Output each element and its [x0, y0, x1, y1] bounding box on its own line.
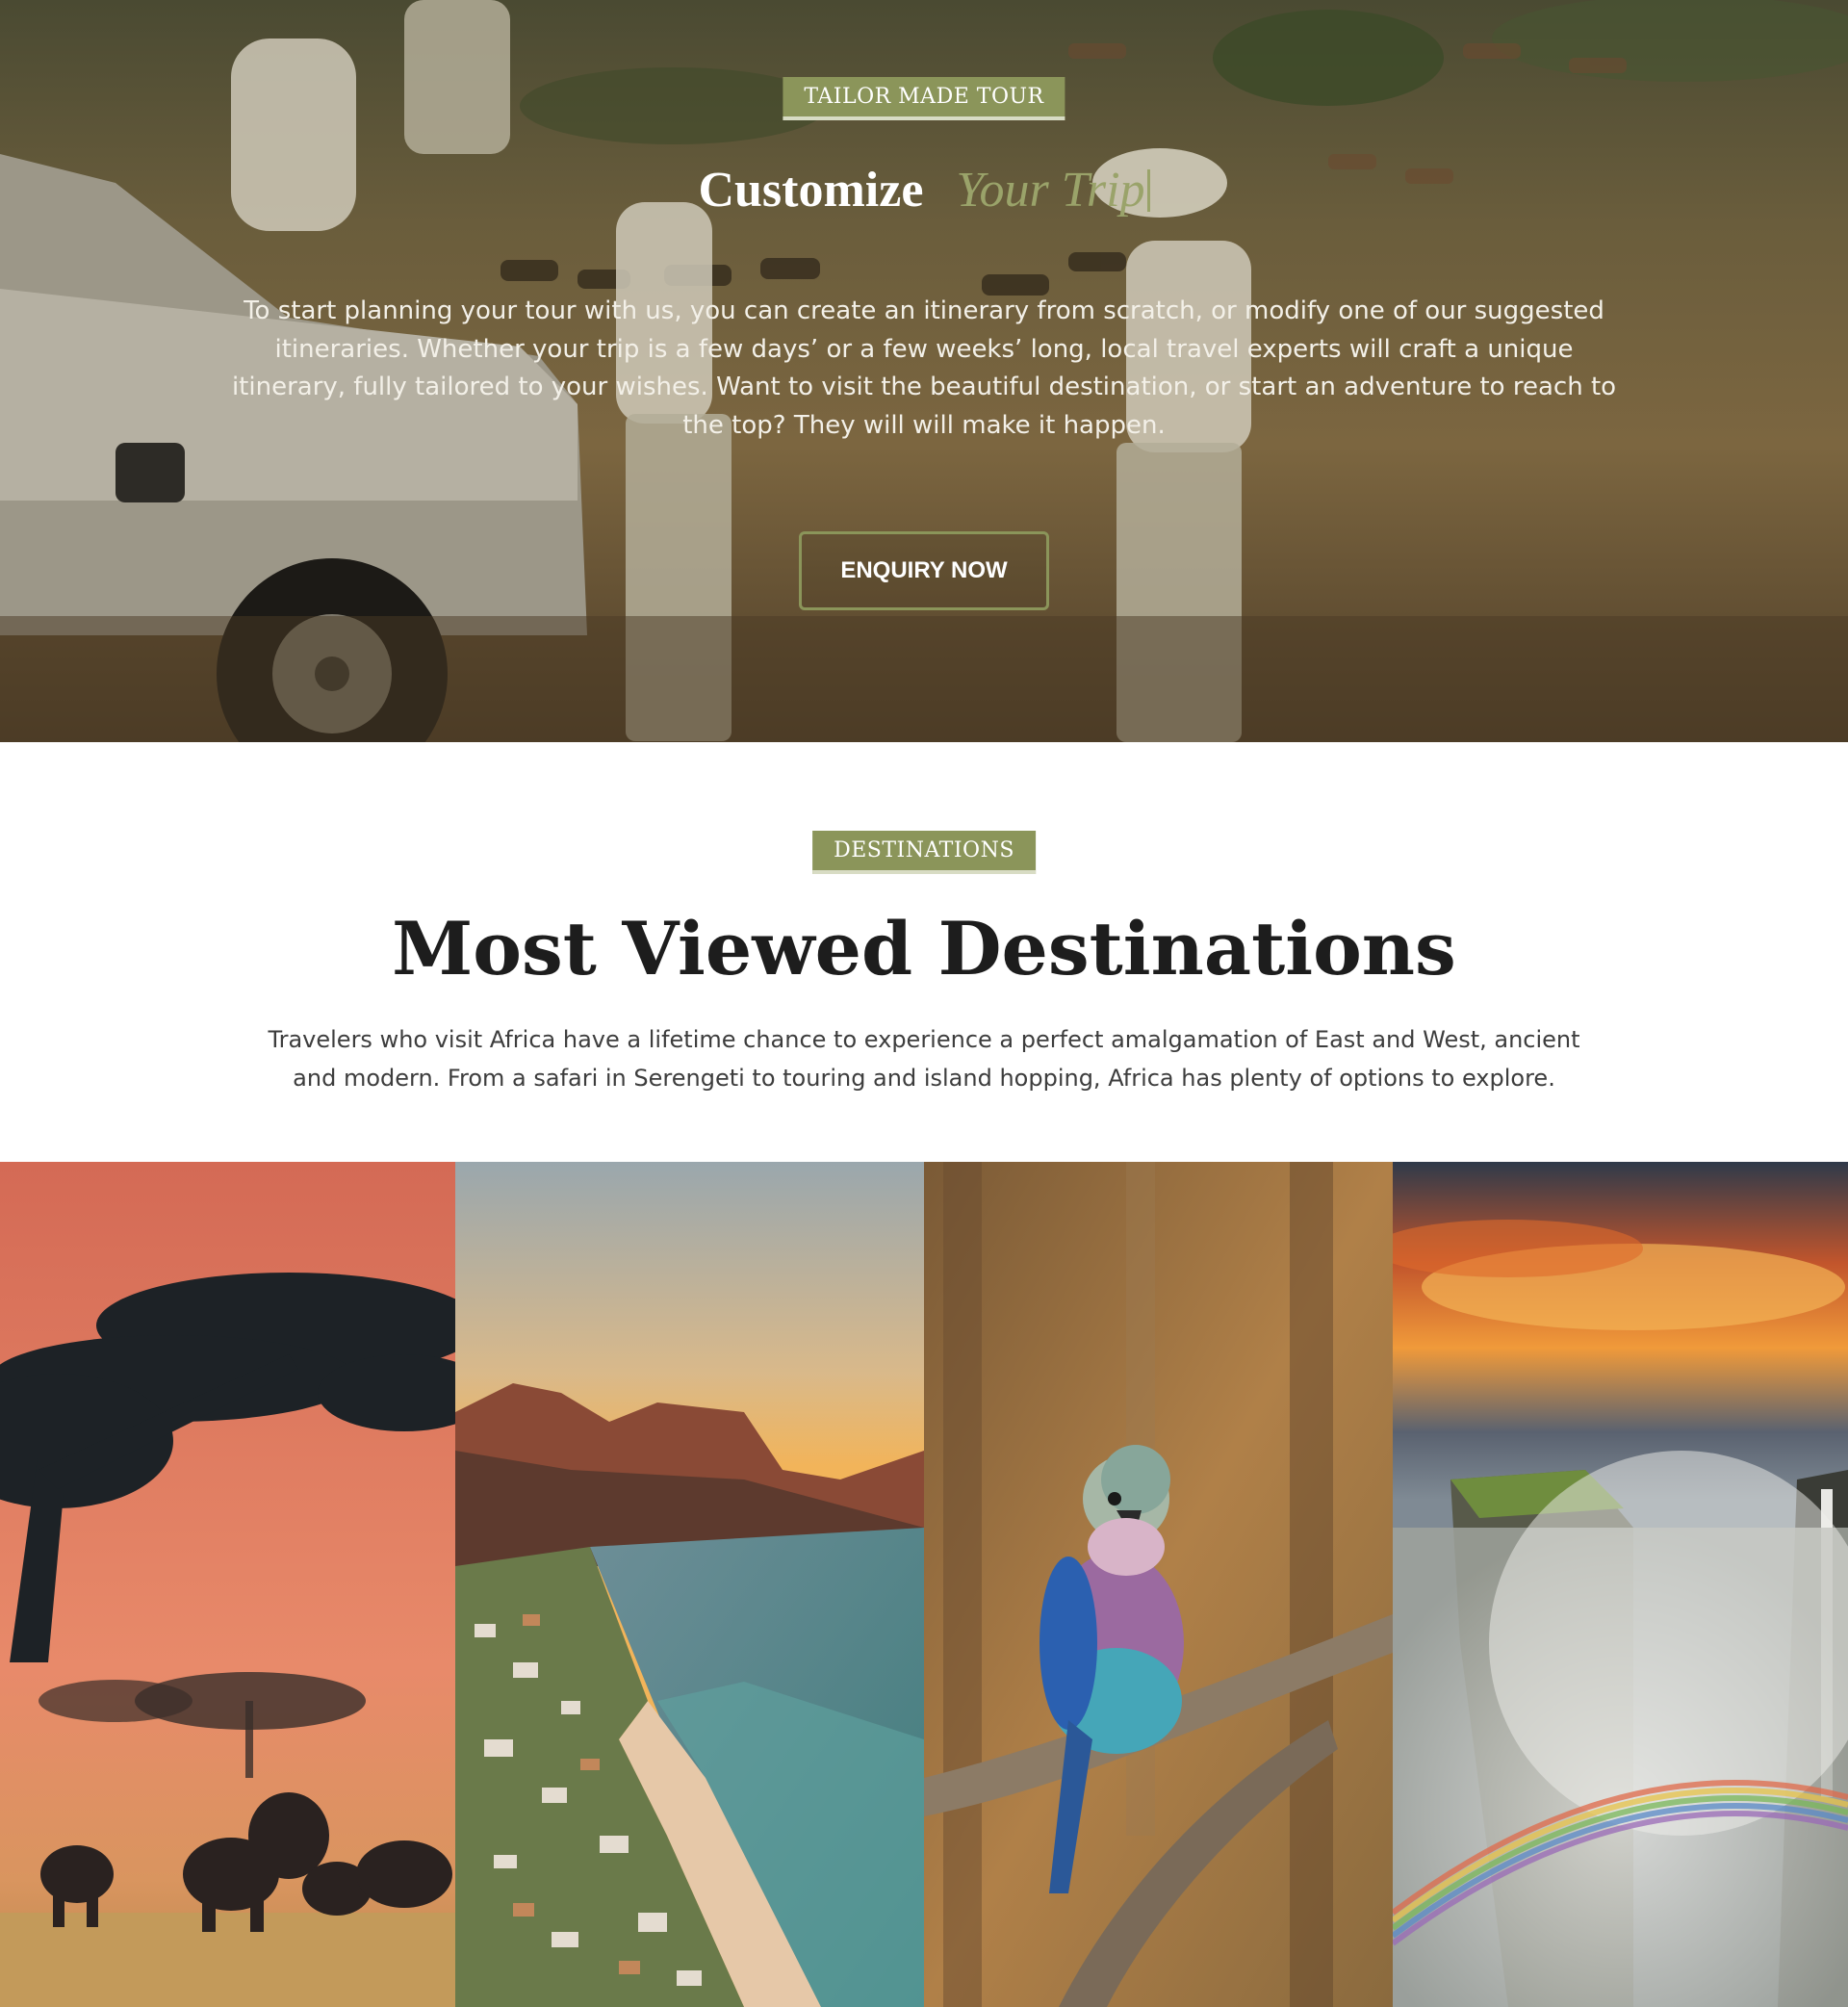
enquiry-now-button[interactable]: ENQUIRY NOW — [799, 531, 1049, 610]
destination-card-savanna[interactable] — [0, 1162, 455, 2007]
hero-title-accent: Your Trip — [956, 163, 1145, 218]
waterfall-rainbow-image — [1393, 1162, 1848, 2007]
destinations-title: Most Viewed Destinations — [392, 906, 1456, 991]
coastal-town-image — [455, 1162, 924, 2007]
hero-title: Customize Your Trip — [0, 162, 1848, 219]
typing-caret — [1146, 169, 1150, 212]
savanna-sunset-image — [0, 1162, 455, 2007]
destination-card-wildlife[interactable] — [924, 1162, 1393, 2007]
hero-section: TAILOR MADE TOUR Customize Your Trip To s… — [0, 0, 1848, 742]
destination-card-waterfall[interactable] — [1393, 1162, 1848, 2007]
hero-tag: TAILOR MADE TOUR — [783, 77, 1065, 120]
destinations-tag: DESTINATIONS — [812, 831, 1036, 874]
hero-title-main: Customize — [698, 163, 924, 218]
destination-card-coast[interactable] — [455, 1162, 924, 2007]
destinations-description: Travelers who visit Africa have a lifeti… — [268, 1026, 1580, 1092]
hero-description: To start planning your tour with us, you… — [231, 296, 1617, 440]
hero-content: TAILOR MADE TOUR Customize Your Trip To s… — [0, 0, 1848, 742]
destinations-gallery — [0, 1162, 1848, 2007]
destinations-section: DESTINATIONS Most Viewed Destinations Tr… — [0, 742, 1848, 1162]
roller-bird-image — [924, 1162, 1393, 2007]
